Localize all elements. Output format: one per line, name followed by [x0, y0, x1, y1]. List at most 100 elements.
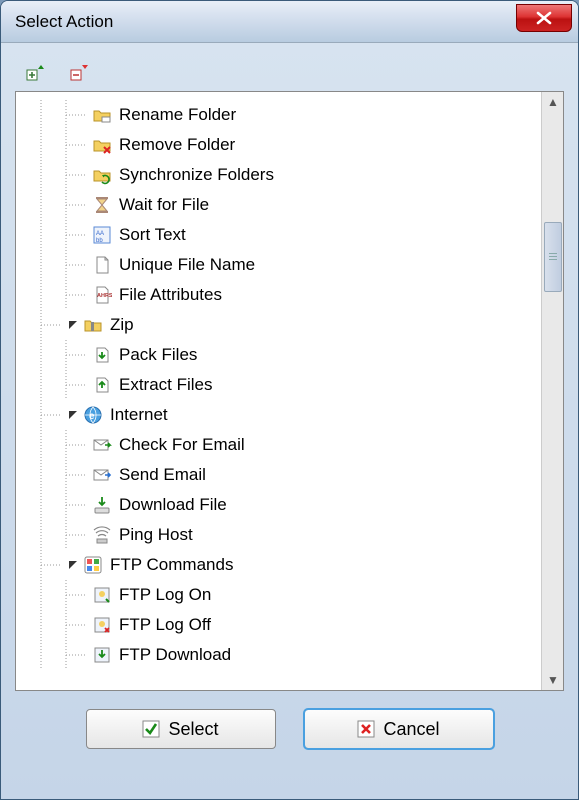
tree-lines: [16, 460, 91, 490]
tree-item-label: File Attributes: [119, 285, 222, 305]
scroll-up-button[interactable]: ▲: [542, 92, 564, 112]
tree-item[interactable]: AAbb Sort Text: [16, 220, 541, 250]
tree-lines: [16, 160, 91, 190]
tree-lines: [16, 220, 91, 250]
tree-item[interactable]: Check For Email: [16, 430, 541, 460]
tree-lines: [16, 130, 91, 160]
select-button-label: Select: [168, 719, 218, 740]
collapse-icon: [70, 65, 90, 85]
tree-lines: [16, 640, 91, 670]
tree-item-label: Ping Host: [119, 525, 193, 545]
scroll-thumb[interactable]: [544, 222, 562, 292]
sort-text-icon: AAbb: [91, 224, 113, 246]
close-icon: [536, 11, 552, 25]
tree-lines: [16, 100, 91, 130]
toolbar: [15, 59, 564, 91]
tree-item[interactable]: Wait for File: [16, 190, 541, 220]
window-title: Select Action: [15, 12, 516, 32]
tree-toggle[interactable]: [66, 408, 80, 422]
ftp-download-icon: [91, 644, 113, 666]
tree-item-label: Extract Files: [119, 375, 213, 395]
tree-item[interactable]: FTP Commands: [16, 550, 541, 580]
tree-item-label: Synchronize Folders: [119, 165, 274, 185]
tree-lines: [16, 550, 66, 580]
download-icon: [91, 494, 113, 516]
tree-item[interactable]: Send Email: [16, 460, 541, 490]
hourglass-icon: [91, 194, 113, 216]
mail-out-icon: [91, 464, 113, 486]
expand-all-button[interactable]: [23, 63, 49, 87]
button-bar: Select Cancel: [15, 691, 564, 749]
tree-toggle[interactable]: [66, 318, 80, 332]
tree-item[interactable]: Unique File Name: [16, 250, 541, 280]
expand-icon: [26, 65, 46, 85]
tree-lines: [16, 280, 91, 310]
tree-item-label: FTP Log On: [119, 585, 211, 605]
tree-item[interactable]: Pack Files: [16, 340, 541, 370]
select-button[interactable]: Select: [86, 709, 276, 749]
tree-item-label: Zip: [110, 315, 134, 335]
tree-lines: [16, 610, 91, 640]
tree-lines: [16, 190, 91, 220]
pack-icon: [91, 344, 113, 366]
tree-lines: [16, 310, 66, 340]
tree-item[interactable]: AHRS File Attributes: [16, 280, 541, 310]
tree-lines: [16, 430, 91, 460]
scroll-down-button[interactable]: ▼: [542, 670, 564, 690]
tree-item-label: Pack Files: [119, 345, 197, 365]
tree-item[interactable]: e Internet: [16, 400, 541, 430]
tree-item-label: Wait for File: [119, 195, 209, 215]
attrs-icon: AHRS: [91, 284, 113, 306]
tree-item-label: Download File: [119, 495, 227, 515]
folder-sync-icon: [91, 164, 113, 186]
extract-icon: [91, 374, 113, 396]
tree-toggle[interactable]: [66, 558, 80, 572]
tree-lines: [16, 580, 91, 610]
ftp-icon: [82, 554, 104, 576]
tree-item[interactable]: FTP Log On: [16, 580, 541, 610]
check-icon: [142, 720, 160, 738]
tree-item-label: Unique File Name: [119, 255, 255, 275]
tree-item-label: Rename Folder: [119, 105, 236, 125]
internet-icon: e: [82, 404, 104, 426]
tree-lines: [16, 340, 91, 370]
folder-delete-icon: [91, 134, 113, 156]
tree-item[interactable]: FTP Download: [16, 640, 541, 670]
dialog-window: Select Action: [0, 0, 579, 800]
folder-rename-icon: [91, 104, 113, 126]
tree-item-label: FTP Commands: [110, 555, 233, 575]
tree-item[interactable]: Remove Folder: [16, 130, 541, 160]
tree-lines: [16, 490, 91, 520]
tree-item-label: Internet: [110, 405, 168, 425]
tree-item[interactable]: Rename Folder: [16, 100, 541, 130]
ftp-logon-icon: [91, 584, 113, 606]
tree-item-label: FTP Download: [119, 645, 231, 665]
mail-in-icon: [91, 434, 113, 456]
action-tree[interactable]: Rename Folder Remove Folder Synchronize Fo…: [16, 92, 541, 690]
tree-item-label: Check For Email: [119, 435, 245, 455]
tree-item-label: Remove Folder: [119, 135, 235, 155]
collapse-all-button[interactable]: [67, 63, 93, 87]
tree-item[interactable]: Download File: [16, 490, 541, 520]
tree-lines: [16, 400, 66, 430]
tree-item-label: Sort Text: [119, 225, 186, 245]
svg-text:AA: AA: [96, 231, 104, 237]
dialog-body: Rename Folder Remove Folder Synchronize Fo…: [1, 43, 578, 759]
tree-lines: [16, 520, 91, 550]
tree-item[interactable]: Synchronize Folders: [16, 160, 541, 190]
cancel-button[interactable]: Cancel: [304, 709, 494, 749]
scrollbar[interactable]: ▲ ▼: [541, 92, 563, 690]
x-icon: [357, 720, 375, 738]
tree-item-label: Send Email: [119, 465, 206, 485]
zip-icon: [82, 314, 104, 336]
tree-item[interactable]: Zip: [16, 310, 541, 340]
close-button[interactable]: [516, 4, 572, 32]
tree-item-label: FTP Log Off: [119, 615, 211, 635]
tree-item[interactable]: Extract Files: [16, 370, 541, 400]
tree-item[interactable]: FTP Log Off: [16, 610, 541, 640]
svg-text:bb: bb: [96, 238, 103, 244]
cancel-button-label: Cancel: [383, 719, 439, 740]
tree-lines: [16, 250, 91, 280]
tree-container: Rename Folder Remove Folder Synchronize Fo…: [15, 91, 564, 691]
tree-item[interactable]: Ping Host: [16, 520, 541, 550]
